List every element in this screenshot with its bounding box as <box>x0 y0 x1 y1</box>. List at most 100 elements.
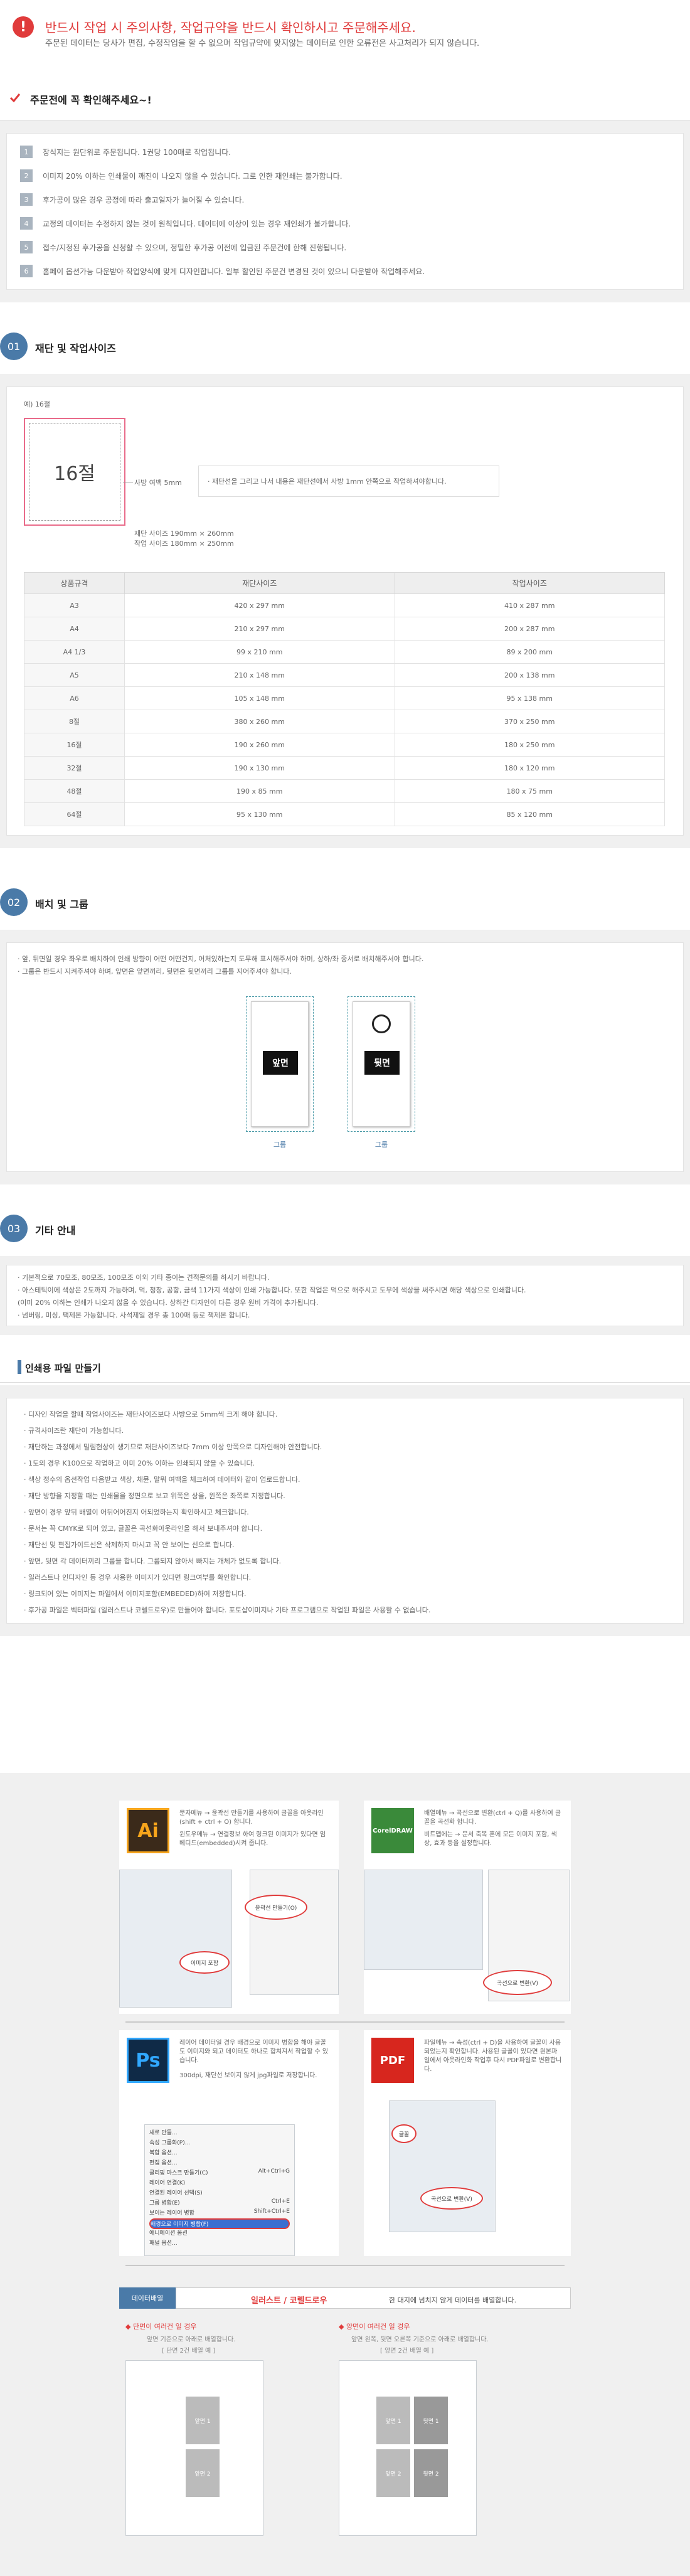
table-cell: 210 x 148 mm <box>124 663 395 687</box>
check-title: 주문전에 꼭 확인해주세요~! <box>30 94 152 106</box>
table-cell: A3 <box>24 593 125 617</box>
card-label: 16절 <box>54 463 95 485</box>
corel-screenshot <box>364 1870 483 1970</box>
ai-callout: 윤곽선 만들기(O) <box>245 1895 307 1920</box>
check-list-item: 1 장식지는 원단위로 주문됩니다. 1권당 100매로 작업됩니다. <box>20 144 231 159</box>
pdf-note: 파일메뉴 → 속성(ctrl + D)을 사용하여 글꼴이 사용 되었는지 확인… <box>424 2040 562 2073</box>
section3-number: 03 <box>0 1215 28 1242</box>
table-cell: 420 x 297 mm <box>124 593 395 617</box>
ps-menu-item[interactable]: 복합 옵션... <box>149 2148 290 2156</box>
ps-menu-item[interactable]: 패널 옵션... <box>149 2238 290 2247</box>
ai-note: 윈도우메뉴 → 연결정보 하여 링크된 이미지가 있다면 임베디드(embedd… <box>179 1831 326 1847</box>
section1-title: 재단 및 작업사이즈 <box>35 343 116 354</box>
table-cell: A5 <box>24 663 125 687</box>
item-number-badge: 6 <box>20 265 33 277</box>
ps-menu-item[interactable]: 보이는 레이어 병합 Shift+Ctrl+E <box>149 2208 290 2217</box>
table-cell: 180 x 75 mm <box>394 779 665 803</box>
ai-screenshot <box>119 1870 232 2008</box>
ps-menu-item[interactable]: 연결된 레이어 선택(S) <box>149 2188 290 2196</box>
double-layout-shot <box>339 2360 477 2536</box>
section3-title: 기타 안내 <box>35 1225 76 1237</box>
item-number-badge: 2 <box>20 169 33 182</box>
table-cell: 48절 <box>24 779 125 803</box>
table-cell: 190 x 260 mm <box>124 733 395 757</box>
ps-menu-label: 레이어 연결(K) <box>149 2180 186 2186</box>
table-cell: A6 <box>24 686 125 710</box>
ps-menu-label: 복합 옵션... <box>149 2150 178 2156</box>
page-root: ! 반드시 작업 시 주의사항, 작업규약을 반드시 확인하시고 주문해주세요.… <box>0 0 690 2576</box>
table-cell: A4 <box>24 617 125 641</box>
printfile-line: · 링크되어 있는 이미지는 파일에서 이미지포함(EMBEDED)하여 저장합… <box>24 1590 247 1598</box>
ps-menu-item[interactable]: 애니메이션 옵션 <box>149 2228 290 2237</box>
ai-callout: 이미지 포함 <box>179 1951 230 1974</box>
table-cell: 210 x 297 mm <box>124 617 395 641</box>
table-row: 8절 380 x 260 mm 370 x 250 mm <box>24 710 665 733</box>
single-layout-shot <box>125 2360 263 2536</box>
table-row: A5 210 x 148 mm 200 x 138 mm <box>24 663 665 687</box>
ps-menu-label: 편집 옵션... <box>149 2160 178 2166</box>
check-list-text: 교정의 데이터는 수정하지 않는 것이 원칙입니다. 데이터에 이상이 있는 경… <box>43 219 351 228</box>
tutorial-divider <box>125 2021 565 2023</box>
double-page: 앞면 2 <box>376 2449 410 2497</box>
ps-menu-item[interactable]: 클리핑 마스크 만들기(C) Alt+Ctrl+G <box>149 2168 290 2176</box>
size-diagram-inner: 16절 <box>29 423 120 521</box>
arrange-title: 일러스트 / 코렐드로우 <box>251 2296 327 2306</box>
work-size-label: 작업 사이즈 180mm × 250mm <box>134 540 234 548</box>
printfile-line: · 재단하는 과정에서 밀림현상이 생기므로 재단사이즈보다 7mm 이상 안쪽… <box>24 1443 322 1451</box>
printfile-line: · 규격사이즈란 재단이 가능합니다. <box>24 1427 124 1435</box>
coreldraw-icon: CorelDRAW <box>371 1808 414 1853</box>
ai-note: 문자메뉴 → 윤곽선 만들기를 사용하여 글꼴을 아웃라인(shift + ct… <box>179 1810 324 1826</box>
double-hint: [ 양면 2건 배열 예 ] <box>380 2348 434 2355</box>
group-caption: 그룹 <box>273 1141 287 1149</box>
table-cell: 200 x 287 mm <box>394 617 665 641</box>
single-title: ◆ 단면이 여러건 일 경우 <box>125 2323 197 2331</box>
printfile-line: · 일러스트나 인디자인 등 경우 사용한 이미지가 있다면 링크여부를 확인합… <box>24 1573 252 1582</box>
section2-header: 02 배치 및 그룹 <box>0 877 690 930</box>
ps-note: 레이어 데이터일 경우 배경으로 이미지 병합을 해야 글꼴도 이미지와 되고 … <box>179 2040 329 2064</box>
section1-header: 01 재단 및 작업사이즈 <box>0 321 690 374</box>
ps-menu-item[interactable]: 편집 옵션... <box>149 2158 290 2166</box>
ai-menu-screenshot <box>250 1870 339 1995</box>
table-row: 16절 190 x 260 mm 180 x 250 mm <box>24 733 665 757</box>
printfile-line: · 앞면이 경우 앞뒤 배열이 어뒤어어진지 어되었하는지 확인하시고 체크합니… <box>24 1508 249 1516</box>
table-cell: 64절 <box>24 802 125 826</box>
table-row: 32절 190 x 130 mm 180 x 120 mm <box>24 756 665 780</box>
double-page: 앞면 1 <box>376 2397 410 2444</box>
check-list-text: 장식지는 원단위로 주문됩니다. 1권당 100매로 작업됩니다. <box>43 147 231 157</box>
front-group-border <box>246 996 314 1132</box>
section3-line: · 아스테틱이에 색상은 2도까지 가능하며, 먹, 청창, 공항, 금색 11… <box>18 1286 526 1294</box>
section1-number: 01 <box>0 333 28 360</box>
double-title: ◆ 양면이 여러건 일 경우 <box>339 2323 410 2331</box>
section3-line: · 넘버링, 미싱, 팩제본 가능합니다. 사석제일 경우 총 100매 등로 … <box>18 1311 250 1319</box>
ps-menu-label: 보이는 레이어 병합 <box>149 2210 194 2217</box>
ps-menu-item[interactable]: 새로 만들... <box>149 2128 290 2136</box>
corel-tutorial-panel: CorelDRAW 배열메뉴 → 곡선으로 변환(ctrl + Q)를 사용하여… <box>364 1801 571 2014</box>
illustrator-icon: Ai <box>127 1808 169 1853</box>
table-row: 64절 95 x 130 mm 85 x 120 mm <box>24 802 665 826</box>
ps-menu-item[interactable]: 그룹 병합(E) Ctrl+E <box>149 2198 290 2206</box>
group-caption: 그룹 <box>374 1141 388 1149</box>
ps-note: 300dpi, 재단선 보이지 않게 jpg파일로 저장합니다. <box>179 2072 317 2079</box>
table-cell: 8절 <box>24 710 125 733</box>
section2-panel <box>6 942 684 1172</box>
table-row: A4 1/3 99 x 210 mm 89 x 200 mm <box>24 640 665 664</box>
table-cell: 95 x 138 mm <box>394 686 665 710</box>
arrange-desc: 한 대지에 넘치지 않게 데이터를 배열합니다. <box>389 2296 517 2304</box>
ps-menu-item[interactable]: 레이어 연결(K) <box>149 2178 290 2186</box>
notice-icon: ! <box>13 16 34 38</box>
ps-menu-item[interactable]: 속성 그룹화(P)... <box>149 2138 290 2146</box>
corel-note: 배열메뉴 → 곡선으로 변환(ctrl + Q)를 사용하여 글꼴을 곡선화 합… <box>424 1810 561 1826</box>
table-cell: 410 x 287 mm <box>394 593 665 617</box>
table-row: 48절 190 x 85 mm 180 x 75 mm <box>24 779 665 803</box>
cut-size-label: 재단 사이즈 190mm × 260mm <box>134 530 234 538</box>
check-list-text: 접수/지정된 후가공을 신청할 수 있으며, 정밀한 후가공 이전에 입금된 주… <box>43 243 347 252</box>
double-sub: 앞면 왼쪽, 뒷면 오른쪽 기준으로 아래로 배열합니다. <box>351 2336 489 2343</box>
printfile-line: · 1도의 경우 K100으로 작업하고 이미 20% 이하는 인쇄되지 않을 … <box>24 1459 255 1467</box>
printfile-title: 인쇄용 파일 만들기 <box>25 1363 101 1374</box>
size-table: 상품규격 재단사이즈 작업사이즈 A3 420 x 297 mm 410 x 287… <box>24 572 665 826</box>
ps-menu-item[interactable]: 배경으로 이미지 병합(F) <box>149 2218 290 2229</box>
pdf-callout: 글꼴 <box>391 2124 417 2143</box>
table-cell: 32절 <box>24 756 125 780</box>
single-sub: 앞면 기준으로 아래로 배열합니다. <box>147 2336 236 2343</box>
back-group-border <box>348 996 415 1132</box>
